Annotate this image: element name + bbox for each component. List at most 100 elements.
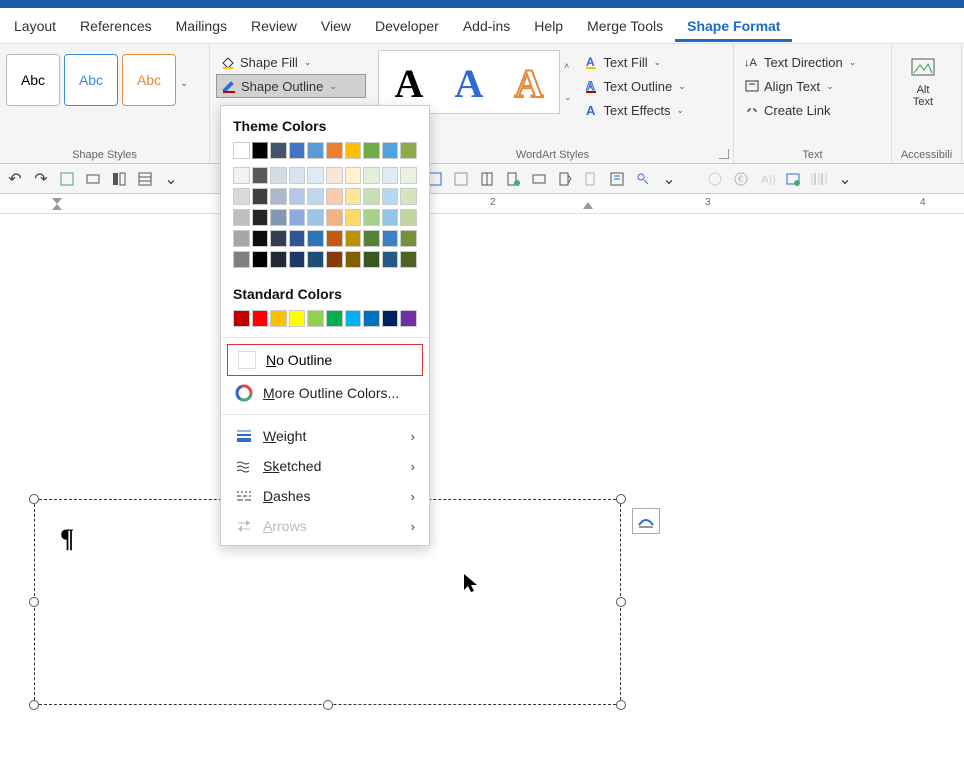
tab-review[interactable]: Review — [239, 10, 309, 42]
indent-marker-right[interactable] — [582, 196, 594, 210]
tab-merge-tools[interactable]: Merge Tools — [575, 10, 675, 42]
color-swatch[interactable] — [289, 251, 306, 268]
weight-item[interactable]: Weight › — [221, 421, 429, 451]
color-swatch[interactable] — [289, 310, 306, 327]
color-swatch[interactable] — [363, 310, 380, 327]
qat-icon-3[interactable] — [58, 170, 76, 188]
resize-handle-se[interactable] — [616, 700, 626, 710]
color-swatch[interactable] — [326, 188, 343, 205]
shape-style-2[interactable]: Abc — [64, 54, 118, 106]
tab-mailings[interactable]: Mailings — [164, 10, 239, 42]
qat-icon-b9[interactable] — [634, 170, 652, 188]
resize-handle-sw[interactable] — [29, 700, 39, 710]
color-swatch[interactable] — [382, 142, 399, 159]
shape-fill-button[interactable]: Shape Fill⌄ — [216, 50, 366, 74]
tab-shape-format[interactable]: Shape Format — [675, 10, 792, 42]
shape-style-1[interactable]: Abc — [6, 54, 60, 106]
resize-handle-ne[interactable] — [616, 494, 626, 504]
color-swatch[interactable] — [363, 167, 380, 184]
color-swatch[interactable] — [345, 167, 362, 184]
qat-icon-b7[interactable] — [582, 170, 600, 188]
color-swatch[interactable] — [326, 251, 343, 268]
text-fill-button[interactable]: A Text Fill⌄ — [580, 50, 690, 74]
qat-icon-b6[interactable] — [556, 170, 574, 188]
color-swatch[interactable] — [233, 167, 250, 184]
color-swatch[interactable] — [345, 142, 362, 159]
qat-dd3[interactable]: ⌄ — [836, 170, 854, 188]
color-swatch[interactable] — [233, 251, 250, 268]
color-swatch[interactable] — [270, 209, 287, 226]
tab-help[interactable]: Help — [522, 10, 575, 42]
color-swatch[interactable] — [233, 310, 250, 327]
text-direction-button[interactable]: ↓A Text Direction⌄ — [740, 50, 885, 74]
color-swatch[interactable] — [289, 167, 306, 184]
text-outline-button[interactable]: A Text Outline⌄ — [580, 74, 690, 98]
color-swatch[interactable] — [233, 142, 250, 159]
color-swatch[interactable] — [252, 230, 269, 247]
tab-addins[interactable]: Add-ins — [451, 10, 522, 42]
no-outline-item[interactable]: No Outline — [227, 344, 423, 376]
color-swatch[interactable] — [252, 209, 269, 226]
tab-layout[interactable]: Layout — [2, 10, 68, 42]
color-swatch[interactable] — [345, 230, 362, 247]
qat-icon-b3[interactable] — [478, 170, 496, 188]
tab-references[interactable]: References — [68, 10, 164, 42]
qat-icon-b4[interactable] — [504, 170, 522, 188]
align-text-button[interactable]: Align Text⌄ — [740, 74, 885, 98]
text-effects-button[interactable]: A Text Effects⌄ — [580, 98, 690, 122]
color-swatch[interactable] — [400, 209, 417, 226]
alt-text-button[interactable]: AltText — [898, 48, 948, 108]
qat-dd2[interactable]: ⌄ — [660, 170, 678, 188]
color-swatch[interactable] — [400, 188, 417, 205]
color-swatch[interactable] — [400, 230, 417, 247]
shape-styles-gallery-expand[interactable]: ⌄ — [180, 78, 188, 89]
wordart-dialog-launcher[interactable] — [719, 149, 729, 159]
color-swatch[interactable] — [400, 251, 417, 268]
qat-icon-c1[interactable] — [706, 170, 724, 188]
tab-view[interactable]: View — [309, 10, 363, 42]
color-swatch[interactable] — [382, 310, 399, 327]
resize-handle-e[interactable] — [616, 597, 626, 607]
qat-icon-c3[interactable]: A)) — [758, 170, 776, 188]
color-swatch[interactable] — [252, 310, 269, 327]
color-swatch[interactable] — [363, 230, 380, 247]
resize-handle-s[interactable] — [323, 700, 333, 710]
color-swatch[interactable] — [307, 310, 324, 327]
indent-marker-left[interactable] — [50, 196, 64, 212]
qat-icon-c4[interactable] — [784, 170, 802, 188]
color-swatch[interactable] — [326, 142, 343, 159]
color-swatch[interactable] — [400, 167, 417, 184]
qat-dropdown[interactable]: ⌄ — [162, 170, 180, 188]
color-swatch[interactable] — [382, 230, 399, 247]
color-swatch[interactable] — [382, 209, 399, 226]
color-swatch[interactable] — [270, 167, 287, 184]
shape-style-3[interactable]: Abc — [122, 54, 176, 106]
color-swatch[interactable] — [363, 209, 380, 226]
wordart-style-2[interactable]: A — [445, 57, 493, 109]
shape-outline-button[interactable]: Shape Outline⌄ — [216, 74, 366, 98]
qat-icon-c2[interactable]: € — [732, 170, 750, 188]
color-swatch[interactable] — [270, 230, 287, 247]
color-swatch[interactable] — [270, 188, 287, 205]
color-swatch[interactable] — [289, 209, 306, 226]
redo-icon[interactable]: ↷ — [32, 170, 50, 188]
tab-developer[interactable]: Developer — [363, 10, 451, 42]
color-swatch[interactable] — [307, 142, 324, 159]
color-swatch[interactable] — [345, 209, 362, 226]
sketched-item[interactable]: Sketched › — [221, 451, 429, 481]
color-swatch[interactable] — [307, 167, 324, 184]
color-swatch[interactable] — [252, 167, 269, 184]
undo-icon[interactable]: ↶ — [6, 170, 24, 188]
color-swatch[interactable] — [307, 251, 324, 268]
color-swatch[interactable] — [252, 188, 269, 205]
color-swatch[interactable] — [400, 310, 417, 327]
color-swatch[interactable] — [382, 188, 399, 205]
wordart-style-1[interactable]: A — [385, 57, 433, 109]
color-swatch[interactable] — [252, 251, 269, 268]
wordart-up[interactable]: ˄ — [564, 61, 572, 71]
color-swatch[interactable] — [326, 310, 343, 327]
color-swatch[interactable] — [382, 251, 399, 268]
document-canvas[interactable]: ¶ — [0, 214, 964, 761]
qat-icon-b5[interactable] — [530, 170, 548, 188]
qat-icon-6[interactable] — [136, 170, 154, 188]
